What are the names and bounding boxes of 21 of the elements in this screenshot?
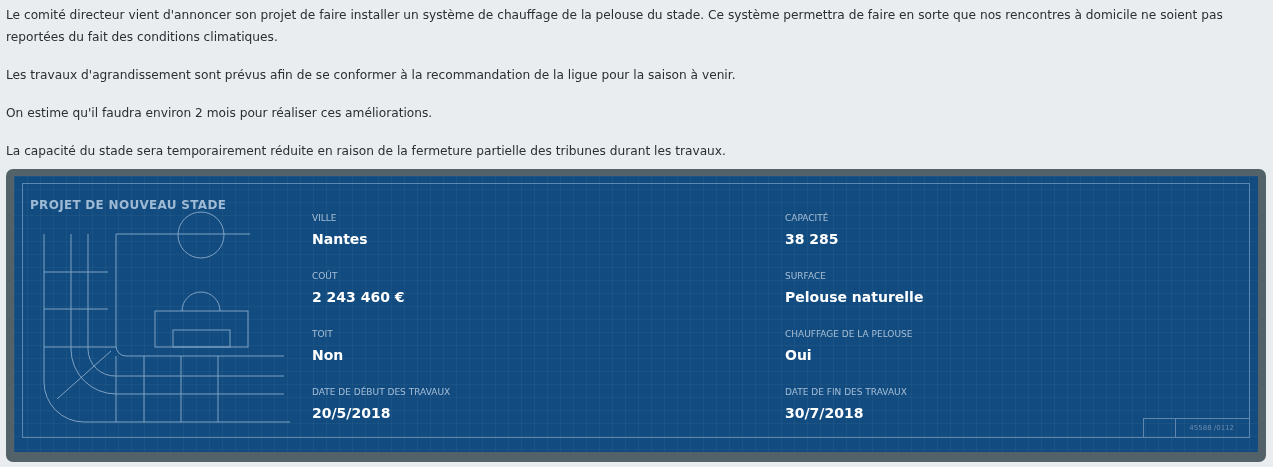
field-value: Nantes bbox=[312, 231, 369, 247]
paragraph: Les travaux d'agrandissement sont prévus afin de se conformer à la recommandation de la ligue pour la saison à venir. bbox=[6, 67, 737, 84]
field-value: Non bbox=[312, 347, 345, 363]
paragraph: Le comité directeur vient d'annoncer son projet de faire installer un système de chauffage de la pelouse du stade. Ce système permettra de faire en sorte que nos rencontres à domicile ne soient pas reportées du fait des conditions climatiques. bbox=[6, 7, 1224, 46]
field-label: CHAUFFAGE DE LA PELOUSE bbox=[785, 328, 914, 341]
field-label: SURFACE bbox=[785, 270, 827, 283]
field-value: 20/5/2018 bbox=[312, 405, 392, 421]
field-label: TOIT bbox=[312, 328, 334, 341]
paragraph: On estime qu'il faudra environ 2 mois pour réaliser ces améliorations. bbox=[6, 105, 434, 122]
field-label: DATE DE FIN DES TRAVAUX bbox=[785, 386, 908, 399]
field-label: COÛT bbox=[312, 269, 339, 283]
field-value: 2 243 460 € bbox=[312, 289, 406, 305]
field-label: VILLE bbox=[312, 212, 338, 225]
field-value: 38 285 bbox=[785, 231, 840, 247]
field-label: DATE DE DÉBUT DES TRAVAUX bbox=[312, 385, 452, 399]
field-value: 30/7/2018 bbox=[785, 405, 865, 421]
field-value: Pelouse naturelle bbox=[785, 289, 925, 305]
panel-title: PROJET DE NOUVEAU STADE bbox=[30, 198, 228, 212]
field-label: CAPACITÉ bbox=[785, 211, 830, 225]
paragraph: La capacité du stade sera temporairement réduite en raison de la fermeture partielle des tribunes durant les travaux. bbox=[6, 143, 727, 160]
field-value: Oui bbox=[785, 347, 813, 363]
